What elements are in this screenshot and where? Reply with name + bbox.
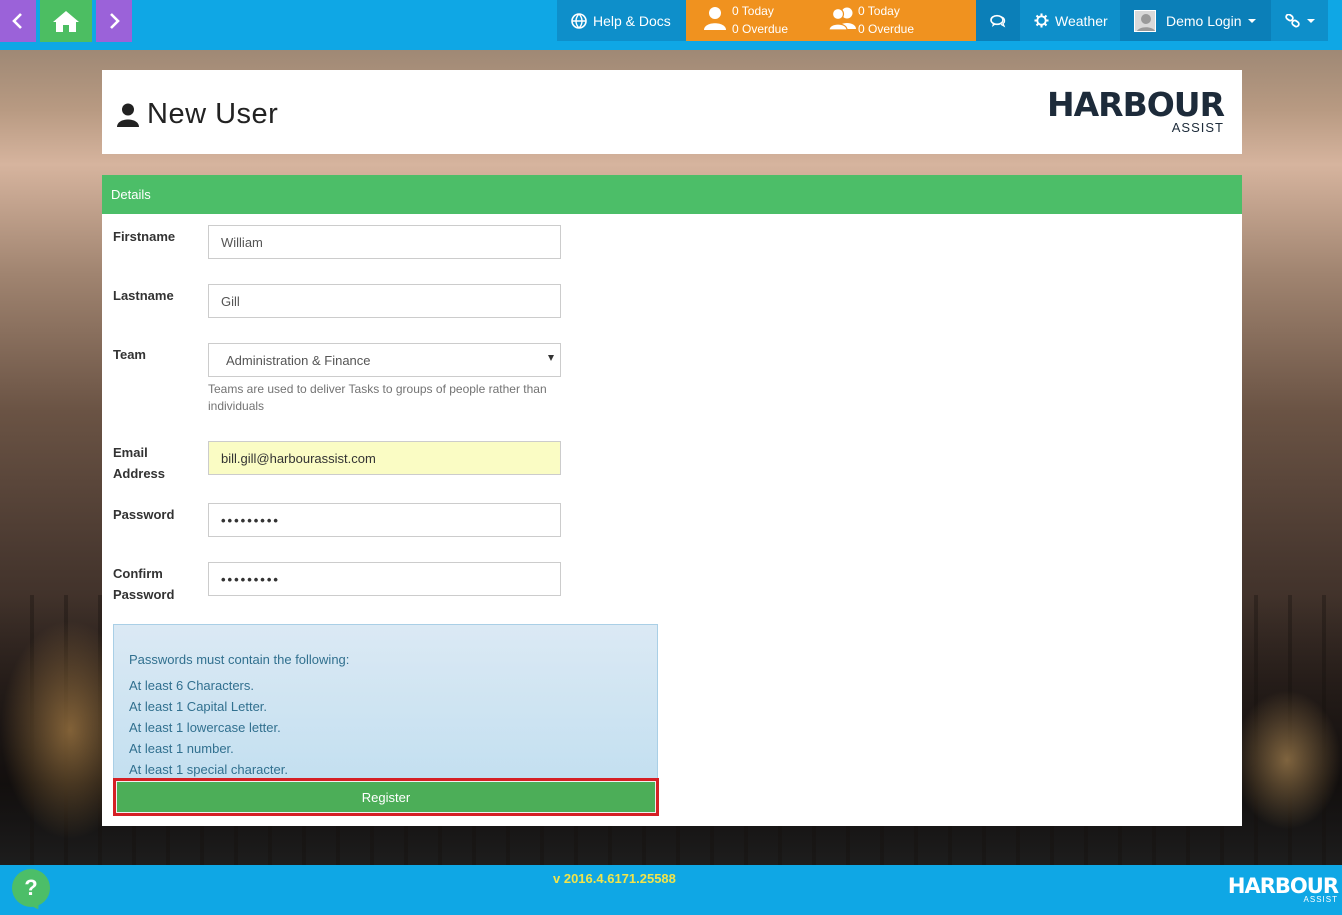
team-tasks-today: 0 Today	[858, 4, 900, 18]
password-field[interactable]: •••••••••	[208, 503, 561, 537]
footer: ? v 2016.4.6171.25588 HARBOUR ASSIST	[0, 865, 1342, 915]
team-tasks-counter[interactable]: 0 Today 0 Overdue	[828, 0, 914, 41]
version-text: v 2016.4.6171.25588	[553, 871, 676, 886]
chevron-left-icon	[12, 13, 22, 29]
my-tasks-counter[interactable]: 0 Today 0 Overdue	[702, 0, 788, 41]
chevron-right-icon	[110, 13, 120, 29]
email-field[interactable]: bill.gill@harbourassist.com	[208, 441, 561, 475]
caret-down-icon	[1306, 18, 1315, 23]
password-rules-intro: Passwords must contain the following:	[129, 652, 350, 667]
harbour-assist-logo: HARBOUR ASSIST	[1047, 85, 1225, 136]
details-panel: Details Firstname William Lastname Gill …	[102, 175, 1242, 826]
team-help-text: Teams are used to deliver Tasks to group…	[208, 382, 547, 413]
user-icon	[117, 103, 139, 127]
footer-logo: HARBOUR ASSIST	[1227, 874, 1339, 904]
lastname-label: Lastname	[113, 288, 174, 303]
weather-label: Weather	[1055, 12, 1108, 29]
page-title: New User	[117, 98, 278, 131]
team-label: Team	[113, 347, 146, 362]
lastname-field[interactable]: Gill	[208, 284, 561, 318]
users-icon	[828, 7, 856, 31]
dropdown-arrow-icon	[548, 355, 554, 361]
firstname-label: Firstname	[113, 229, 176, 244]
password-value: •••••••••	[221, 512, 280, 528]
home-icon	[53, 11, 79, 32]
links-menu[interactable]	[1271, 0, 1328, 41]
forward-button[interactable]	[96, 0, 132, 42]
back-button[interactable]	[0, 0, 36, 42]
page-title-text: New User	[147, 98, 279, 130]
globe-icon	[571, 12, 587, 29]
help-button[interactable]: ?	[12, 869, 50, 907]
password-rule: At least 1 lowercase letter.	[129, 720, 281, 735]
my-tasks-today: 0 Today	[732, 4, 774, 18]
firstname-field[interactable]: William	[208, 225, 561, 259]
password-rule: At least 6 Characters.	[129, 678, 254, 693]
confirm-password-value: •••••••••	[221, 571, 280, 587]
question-icon: ?	[24, 875, 38, 900]
password-rule: At least 1 Capital Letter.	[129, 699, 268, 714]
team-tasks-overdue: 0 Overdue	[858, 22, 915, 36]
help-docs-label: Help & Docs	[593, 12, 671, 29]
avatar	[1134, 9, 1156, 32]
email-label: Email Address	[113, 445, 166, 481]
password-rule: At least 1 number.	[129, 741, 234, 756]
password-rule: At least 1 special character.	[129, 762, 288, 777]
chat-icon	[990, 14, 1006, 27]
firstname-value: William	[221, 234, 263, 250]
user-menu-label: Demo Login	[1166, 12, 1242, 29]
page-header: New User HARBOUR ASSIST	[102, 70, 1242, 154]
link-icon	[1284, 13, 1300, 27]
my-tasks-overdue: 0 Overdue	[732, 22, 789, 36]
panel-heading: Details	[102, 175, 1242, 214]
user-menu[interactable]: Demo Login	[1120, 0, 1271, 41]
background-light	[1232, 690, 1342, 830]
team-select[interactable]: Administration & Finance	[208, 343, 561, 377]
confirm-password-field[interactable]: •••••••••	[208, 562, 561, 596]
user-icon	[704, 7, 726, 30]
password-rules-alert: Passwords must contain the following: At…	[113, 624, 658, 789]
lastname-value: Gill	[221, 293, 240, 309]
team-value: Administration & Finance	[226, 352, 371, 368]
email-value: bill.gill@harbourassist.com	[221, 450, 376, 466]
caret-down-icon	[1247, 18, 1256, 23]
register-button[interactable]: Register	[117, 782, 655, 812]
chat-button[interactable]	[976, 0, 1020, 41]
top-navbar: Help & Docs 0 Today 0 Overdue 0 Today 0 …	[0, 0, 1342, 50]
task-counters: 0 Today 0 Overdue 0 Today 0 Overdue	[686, 0, 976, 41]
weather-button[interactable]: Weather	[1020, 0, 1120, 41]
confirm-password-label: Confirm Password	[113, 566, 175, 602]
home-button[interactable]	[40, 0, 92, 42]
help-docs-button[interactable]: Help & Docs	[557, 0, 686, 41]
register-highlight: Register	[113, 778, 659, 816]
password-label: Password	[113, 507, 175, 522]
gear-icon	[1034, 13, 1049, 28]
